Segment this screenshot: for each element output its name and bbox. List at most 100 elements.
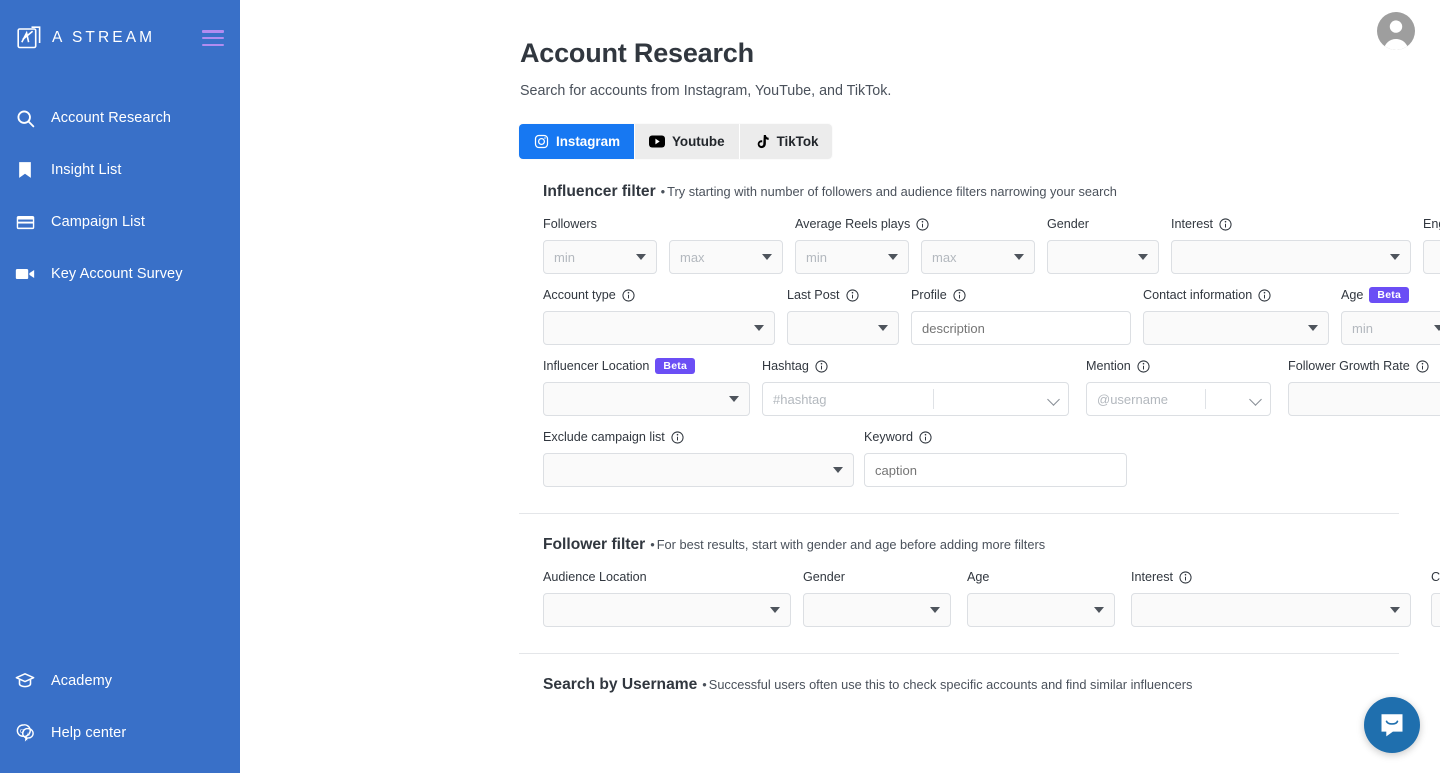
mention-combobox[interactable]: @username <box>1086 382 1271 416</box>
tab-label: Instagram <box>556 134 620 149</box>
tab-tiktok[interactable]: TikTok <box>740 124 833 159</box>
main-content: Account Research Search for accounts fro… <box>240 0 1440 773</box>
youtube-icon <box>649 134 665 150</box>
field-label: Average Reels plays <box>795 217 910 231</box>
reels-plays-max-select[interactable]: max <box>921 240 1035 274</box>
filter-row-2: Account type <box>543 286 1399 345</box>
sidebar-item-label: Account Research <box>51 110 171 126</box>
info-icon[interactable] <box>953 289 966 302</box>
brand-logo[interactable]: A STREAM <box>17 25 155 51</box>
followers-min-select[interactable]: min <box>543 240 657 274</box>
chevron-down-icon <box>770 607 780 613</box>
panel-title: Follower filter <box>543 536 645 554</box>
placeholder-text: @username <box>1097 392 1168 407</box>
field-followers: Followers min max <box>543 215 783 274</box>
influencer-interest-select[interactable] <box>1171 240 1411 274</box>
follower-gender-select[interactable] <box>803 593 951 627</box>
influencer-gender-select[interactable] <box>1047 240 1159 274</box>
profile-description-input[interactable] <box>911 311 1131 345</box>
app-root: A STREAM Account Research <box>0 0 1440 773</box>
tab-label: Youtube <box>672 134 725 149</box>
influencer-location-select[interactable] <box>543 382 750 416</box>
last-post-select[interactable] <box>787 311 899 345</box>
filter-row-4: Exclude campaign list <box>543 428 1399 487</box>
hashtag-combobox[interactable]: #hashtag <box>762 382 1069 416</box>
field-label: Gender <box>1047 217 1089 231</box>
field-label: Engagement <box>1423 217 1440 231</box>
placeholder-text: min <box>806 250 827 265</box>
keyword-caption-input[interactable] <box>864 453 1127 487</box>
page-header: Account Research Search for accounts fro… <box>240 38 1440 99</box>
hamburger-icon[interactable] <box>202 30 224 46</box>
info-icon[interactable] <box>815 360 828 373</box>
info-icon[interactable] <box>916 218 929 231</box>
info-icon[interactable] <box>1258 289 1271 302</box>
tab-youtube[interactable]: Youtube <box>635 124 740 159</box>
tab-instagram[interactable]: Instagram <box>519 124 635 159</box>
field-interest-influencer: Interest <box>1171 215 1411 274</box>
video-camera-icon <box>13 262 37 286</box>
bookmark-icon <box>13 158 37 182</box>
info-icon[interactable] <box>671 431 684 444</box>
follower-interest-select[interactable] <box>1131 593 1411 627</box>
chevron-down-icon <box>754 325 764 331</box>
search-icon <box>13 106 37 130</box>
field-label: Exclude campaign list <box>543 430 665 444</box>
input-divider <box>1205 389 1206 409</box>
chevron-down-icon[interactable] <box>1049 394 1060 405</box>
field-exclude-campaign-list: Exclude campaign list <box>543 428 854 487</box>
reels-plays-min-select[interactable]: min <box>795 240 909 274</box>
follower-age-select[interactable] <box>967 593 1115 627</box>
info-icon[interactable] <box>919 431 932 444</box>
chevron-down-icon <box>1390 254 1400 260</box>
follower-filter-header: Follower filter For best results, start … <box>543 536 1399 554</box>
sidebar-item-key-account-survey[interactable]: Key Account Survey <box>0 248 240 300</box>
exclude-campaign-list-select[interactable] <box>543 453 854 487</box>
audience-location-select[interactable] <box>543 593 791 627</box>
follower-growth-rate-select[interactable] <box>1288 382 1440 416</box>
chevron-down-icon <box>833 467 843 473</box>
intercom-chat-button[interactable] <box>1364 697 1420 753</box>
info-icon[interactable] <box>1179 571 1192 584</box>
avatar[interactable] <box>1377 12 1415 50</box>
field-label: Audience Location <box>543 570 647 584</box>
contact-information-select[interactable] <box>1143 311 1329 345</box>
chevron-down-icon <box>888 254 898 260</box>
panel-hint: Successful users often use this to check… <box>702 677 1192 692</box>
field-label: Contact information <box>1143 288 1252 302</box>
field-profile: Profile <box>911 286 1131 345</box>
sidebar-item-academy[interactable]: Academy <box>0 655 240 707</box>
placeholder-text: min <box>554 250 575 265</box>
info-icon[interactable] <box>1137 360 1150 373</box>
sidebar-item-label: Help center <box>51 725 126 741</box>
sidebar-item-insight-list[interactable]: Insight List <box>0 144 240 196</box>
field-label: Profile <box>911 288 947 302</box>
graduation-cap-icon <box>13 669 37 693</box>
field-label: Age <box>1341 288 1363 302</box>
sidebar-item-help-center[interactable]: Q A Help center <box>0 707 240 759</box>
page-title: Account Research <box>520 38 1440 69</box>
astream-logo-icon <box>17 25 43 51</box>
info-icon[interactable] <box>846 289 859 302</box>
sidebar-item-campaign-list[interactable]: Campaign List <box>0 196 240 248</box>
beta-badge: Beta <box>1369 287 1409 304</box>
engagement-select[interactable] <box>1423 240 1440 274</box>
credibility-select[interactable] <box>1431 593 1440 627</box>
info-icon[interactable] <box>1219 218 1232 231</box>
placeholder-text: min <box>1352 321 1373 336</box>
chevron-down-icon[interactable] <box>1251 394 1262 405</box>
sidebar-item-account-research[interactable]: Account Research <box>0 92 240 144</box>
beta-badge: Beta <box>655 358 695 375</box>
field-label: Followers <box>543 217 597 231</box>
chevron-down-icon <box>1014 254 1024 260</box>
field-influencer-location: Influencer Location Beta <box>543 357 750 416</box>
info-icon[interactable] <box>622 289 635 302</box>
info-icon[interactable] <box>1416 360 1429 373</box>
account-type-select[interactable] <box>543 311 775 345</box>
panel-hint: Try starting with number of followers an… <box>661 184 1117 199</box>
field-label: Last Post <box>787 288 840 302</box>
field-account-type: Account type <box>543 286 775 345</box>
followers-max-select[interactable]: max <box>669 240 783 274</box>
influencer-age-min-select[interactable]: min <box>1341 311 1440 345</box>
card-icon <box>13 210 37 234</box>
